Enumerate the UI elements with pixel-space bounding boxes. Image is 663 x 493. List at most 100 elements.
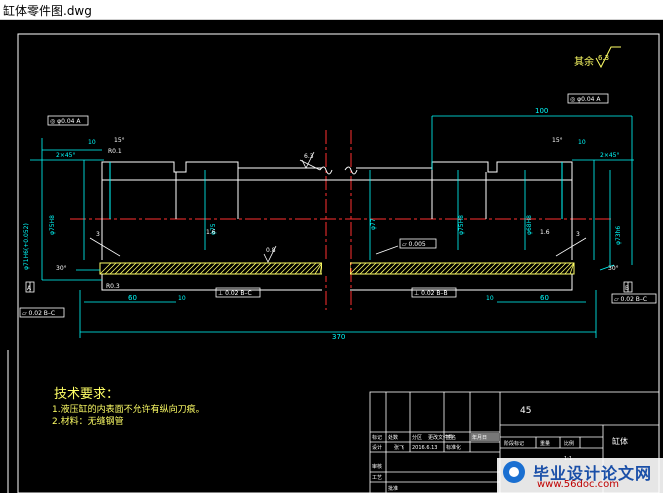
hatch-line <box>104 262 117 275</box>
dim-10c: 10 <box>178 295 186 302</box>
hatch-line <box>284 262 297 275</box>
rough-a: 6.3 <box>304 153 314 160</box>
hatch-line <box>544 262 557 275</box>
watermark-logo-icon <box>503 461 525 483</box>
hatch-line <box>414 262 427 275</box>
hatch-line <box>349 262 362 275</box>
hatch-line <box>364 262 377 275</box>
title-design-date: 2016.6.13 <box>412 445 437 451</box>
hatch-line <box>494 262 507 275</box>
hatch-line <box>194 262 207 275</box>
datum-b: B <box>625 285 629 292</box>
dim-deg1: 15° <box>114 137 125 144</box>
hatch-line <box>459 262 472 275</box>
title-review-label: 审核 <box>372 463 382 470</box>
hatch-line <box>424 262 437 275</box>
dim-angle-left: 30° <box>56 265 67 272</box>
cad-drawing[interactable]: 其余 6.3 370 60 60 100 φ71H6(+0.052) φ75H8… <box>0 20 663 493</box>
hatch-line <box>509 262 522 275</box>
hatch-line <box>549 262 562 275</box>
hatch-line <box>434 262 447 275</box>
hatch-line <box>399 262 412 275</box>
hatch-line <box>124 262 137 275</box>
break-gap-mark <box>322 260 350 276</box>
dim-r03: R0.3 <box>106 283 120 290</box>
roughness-default-value: 6.3 <box>598 54 609 62</box>
dim-top-length: 100 <box>535 107 548 115</box>
hatch-line <box>234 262 247 275</box>
window-title: 缸体零件图.dwg <box>3 4 92 18</box>
hatch-line <box>394 262 407 275</box>
hatch-line <box>269 262 282 275</box>
title-material: 45 <box>520 406 531 416</box>
notes-heading: 技术要求： <box>54 387 119 402</box>
title-design-label: 设计 <box>372 444 382 451</box>
bottom-outline <box>101 274 573 291</box>
hatch-line <box>279 262 292 275</box>
hatch-line <box>209 262 222 275</box>
hatch-line <box>154 262 167 275</box>
hatch-line <box>169 262 182 275</box>
notes-line-2: 2.材料：无缝钢管 <box>52 415 124 427</box>
dim-dia-left-seal: φ75H8 <box>49 215 56 235</box>
hatch-line <box>354 262 367 275</box>
hatch-line <box>474 262 487 275</box>
hatch-line <box>519 262 532 275</box>
hatch-line <box>449 262 462 275</box>
title-row-label-0: 标记 <box>372 434 382 441</box>
hatch-line <box>189 262 202 275</box>
hatch-line <box>404 262 417 275</box>
hatch-line <box>359 262 372 275</box>
hatch-line <box>274 262 287 275</box>
hatch-line <box>484 262 497 275</box>
hatch-line <box>304 262 317 275</box>
dim-10d: 10 <box>486 295 494 302</box>
hatch-line <box>504 262 517 275</box>
hatch-line <box>239 262 252 275</box>
title-designer: 张飞 <box>394 444 404 451</box>
hatch-line <box>249 262 262 275</box>
title-approve-label: 批准 <box>388 485 398 492</box>
title-standardization-label: 标准化 <box>446 444 461 451</box>
hatch-line <box>299 262 312 275</box>
hatch-line <box>259 262 272 275</box>
hatch-line <box>254 262 267 275</box>
watermark-url: www.56doc.com <box>537 479 620 490</box>
dim-deg2: 15° <box>552 137 563 144</box>
hatch-line <box>144 262 157 275</box>
hatch-line <box>534 262 547 275</box>
tol-frame-right: ▱ 0.02 B–C <box>614 296 647 303</box>
cad-canvas[interactable]: 其余 6.3 370 60 60 100 φ71H6(+0.052) φ75H8… <box>0 20 663 493</box>
dim-len10-b: 10 <box>578 139 586 146</box>
tol-bottom-right: ⊥ 0.02 B–B <box>414 290 448 297</box>
hatch-line <box>199 262 212 275</box>
dim-len10-a: 10 <box>88 139 96 146</box>
dim-dia-right-bore: φ68H8 <box>526 215 533 235</box>
hatch-line <box>229 262 242 275</box>
notes-line-1: 1.液压缸的内表面不允许有纵向刀痕。 <box>52 403 205 415</box>
window-titlebar: 缸体零件图.dwg <box>0 0 663 20</box>
hatch-line <box>539 262 552 275</box>
hatch-line <box>514 262 527 275</box>
title-row-label-5: 年月日 <box>472 434 487 441</box>
hatch-line <box>244 262 257 275</box>
hatch-line <box>529 262 542 275</box>
hatch-line <box>499 262 512 275</box>
hatch-line <box>379 262 392 275</box>
dim-dia-center: φ77 <box>370 218 377 230</box>
hatch-line <box>109 262 122 275</box>
tol-mid-flat: ▱ 0.005 <box>402 241 426 248</box>
hatch-line <box>374 262 387 275</box>
dim-dia-right-seal: φ75H8 <box>458 215 465 235</box>
tol-top-left: ◎ φ0.04 A <box>50 118 81 125</box>
tol-frame-left: ▱ 0.02 B–C <box>22 310 55 317</box>
hatch-line <box>149 262 162 275</box>
title-row-label-4: 签名 <box>446 434 456 441</box>
title-row-label-1: 处数 <box>388 434 398 441</box>
part-outline <box>101 161 573 260</box>
title-stage-label: 阶段标记 <box>504 440 524 447</box>
hatch-line <box>429 262 442 275</box>
dim-right-length: 60 <box>540 294 549 302</box>
title-part-name: 缸体 <box>612 436 628 446</box>
hatch-line <box>129 262 142 275</box>
